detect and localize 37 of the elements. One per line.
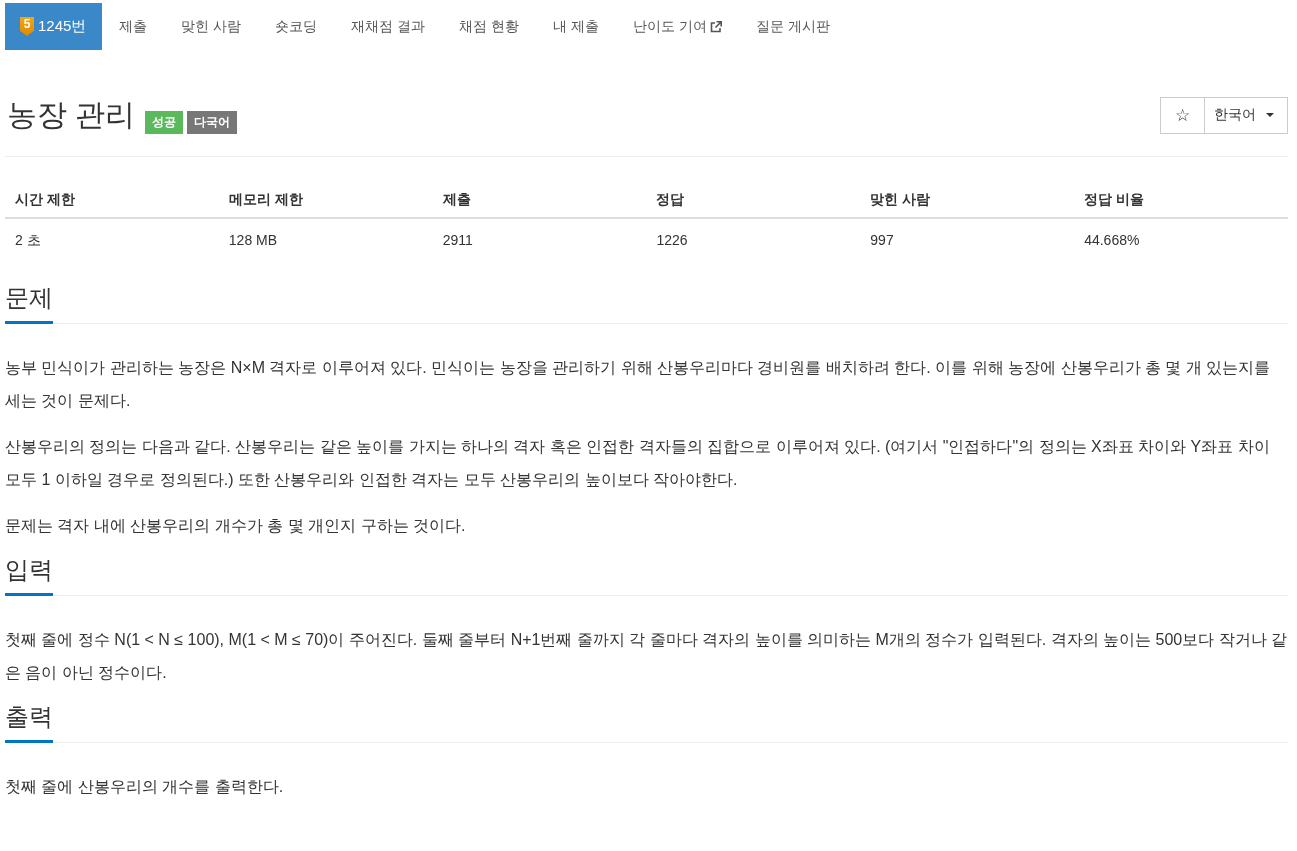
column-header: 제출 [432,181,647,218]
table-cell: 2911 [432,218,647,261]
status-label: 성공 [145,111,184,134]
problem-title: 농장 관리 [7,97,136,133]
nav-tab[interactable]: 숏코딩 [258,3,335,50]
nav-tab[interactable]: 난이도 기여 [615,3,739,50]
column-header: 맞힌 사람 [860,181,1075,218]
problem-text: 산봉우리의 정의는 다음과 같다. 산봉우리는 같은 높이를 가지는 하나의 격자 혹은 인접한 격자들의 집합으로 이루어져 있다. (여기서 "인접하다"의 정의는 X좌표 차이와 Y좌표 차이 모두 1 이하일 경우로 정의된다.) 또한 산봉우리와 인접한 격자는 모두 산봉우리의 높이보다 작아야한다. [5,437,1271,490]
nav-tab[interactable]: 5 1245번 [5,3,103,50]
nav-tab[interactable]: 맞힌 사람 [164,3,259,50]
table-cell: 44.668% [1074,218,1288,261]
section-heading: 문제 [5,284,53,324]
nav-tab[interactable]: 제출 [102,3,165,50]
problem-text: 농부 민식이가 관리하는 농장은 N×M 격자로 이루어져 있다. 민식이는 농장을 관리하기 위해 산봉우리마다 경비원를 배치하려 한다. 이를 위해 농장에 산봉우리가 총 몇 개 있는지를 세는 것이 문제다. [5,358,1272,411]
favorite-button[interactable]: ☆ [1160,96,1205,134]
tier-badge: 5 [20,17,34,36]
section-heading: 입력 [5,556,53,596]
table-cell: 1226 [646,218,861,261]
problem-text: 첫째 줄에 산봉우리의 개수를 출력한다. [5,777,285,797]
nav-tab[interactable]: 질문 게시판 [738,3,847,50]
column-header: 정답 [646,181,861,218]
column-header: 메모리 제한 [218,181,433,218]
column-header: 시간 제한 [5,181,219,218]
problem-text: 첫째 줄에 정수 N(1 < N ≤ 100), M(1 < M ≤ 70)이 주어진다. 둘째 줄부터 N+1번째 줄까지 각 줄마다 격자의 높이를 의미하는 M개의 정수가 입력된다. 격자의 높이는 500보다 작거나 같은 음이 아닌 정수이다. [5,630,1288,683]
column-header: 정답 비율 [1074,181,1288,218]
table-cell: 997 [860,218,1075,261]
table-cell: 2 초 [5,218,219,261]
problem-text: 문제는 격자 내에 산봉우리의 개수가 총 몇 개인지 구하는 것이다. [5,516,467,536]
table-cell: 128 MB [218,218,433,261]
nav-tab[interactable]: 채점 현황 [442,3,537,50]
caret-icon [1266,113,1274,117]
section-heading: 출력 [5,703,53,743]
status-label: 다국어 [187,111,238,134]
nav-tab[interactable]: 내 제출 [536,3,616,50]
language-dropdown[interactable]: 한국어 [1205,96,1288,134]
external-link-icon [709,20,722,33]
nav-tab[interactable]: 재채점 결과 [334,3,443,50]
